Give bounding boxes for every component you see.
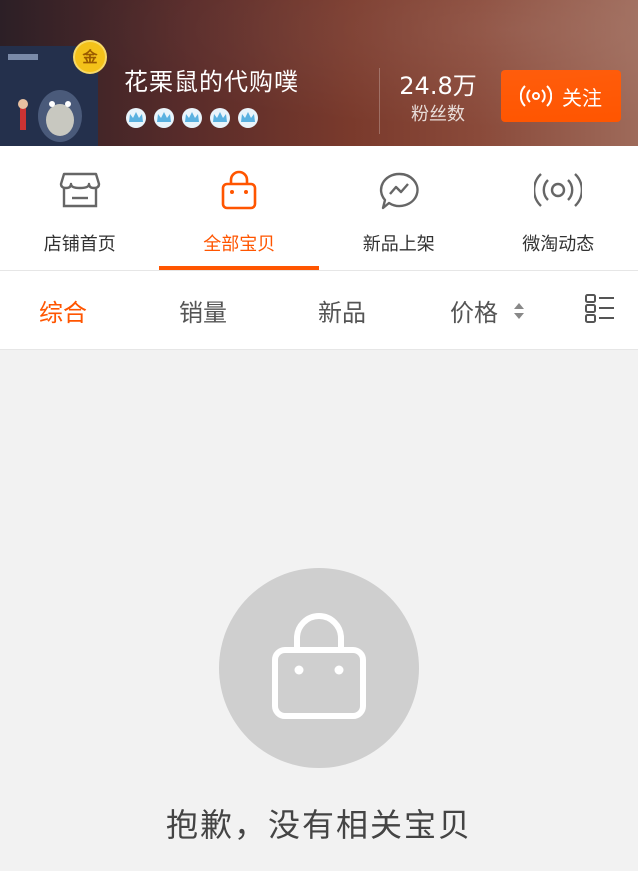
follow-label: 关注 (562, 85, 602, 110)
crown-icon (126, 108, 146, 128)
empty-state-message: 抱歉，没有相关宝贝 (165, 806, 472, 844)
empty-state-illustration (219, 568, 419, 768)
divider (0, 349, 638, 350)
crown-icon (154, 108, 174, 128)
broadcast-icon (534, 173, 583, 207)
crown-icon (182, 108, 202, 128)
avatar-image (0, 46, 98, 146)
sort-price[interactable]: 价格 (450, 293, 498, 328)
shop-name: 花栗鼠的代购噗 (124, 68, 299, 96)
gold-badge: 金 (73, 40, 107, 74)
broadcast-icon (520, 85, 552, 107)
sort-sales[interactable]: 销量 (179, 293, 227, 328)
sort-new[interactable]: 新品 (318, 293, 366, 328)
sort-price-label: 价格 (450, 299, 498, 327)
tab-all-items[interactable]: 全部宝贝 (160, 146, 320, 270)
tab-label: 店铺首页 (43, 234, 116, 255)
tab-new-arrivals[interactable]: 新品上架 (319, 146, 479, 270)
tab-weitao[interactable]: 微淘动态 (479, 146, 638, 270)
crown-icon (210, 108, 230, 128)
sort-bar: 综合 销量 新品 价格 (0, 271, 638, 349)
new-arrival-icon (379, 172, 419, 210)
tab-store-home[interactable]: 店铺首页 (0, 146, 160, 270)
crown-icon (238, 108, 258, 128)
tab-label: 新品上架 (362, 234, 435, 255)
follow-button[interactable]: 关注 (501, 70, 621, 122)
sort-arrows-icon (514, 303, 524, 319)
bag-icon (221, 170, 257, 210)
bag-icon (272, 613, 366, 719)
tab-label: 微淘动态 (522, 234, 595, 255)
list-view-icon[interactable] (585, 293, 615, 323)
sort-comprehensive[interactable]: 综合 (39, 293, 87, 328)
seller-rating-crowns (124, 106, 260, 130)
shop-avatar[interactable] (0, 46, 98, 146)
header-divider (379, 68, 380, 134)
fans-count: 24.8万 (399, 72, 477, 100)
shop-header: 金 花栗鼠的代购噗 24.8万 粉丝数 关注 (0, 0, 638, 146)
tab-label: 全部宝贝 (203, 234, 276, 255)
shop-tabs: 店铺首页 全部宝贝 新品上架 微淘动态 (0, 146, 638, 270)
fans-label: 粉丝数 (411, 104, 465, 125)
store-icon (59, 172, 100, 208)
